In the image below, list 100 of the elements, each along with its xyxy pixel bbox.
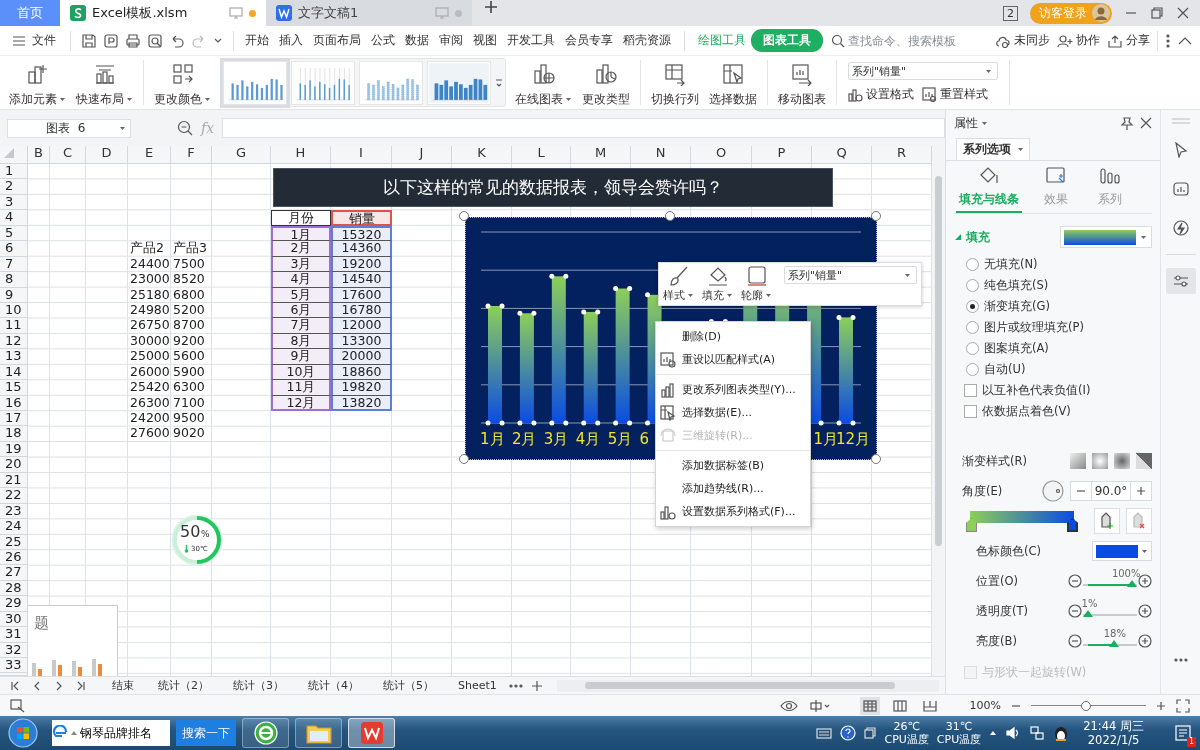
toolbar-button[interactable]: 填充 [702,265,733,303]
ribbon-button[interactable]: 在线图表 [510,58,577,107]
row-header[interactable]: 8 [0,272,28,288]
panel-tab[interactable]: 系列选项 [956,138,1030,160]
ribbon-button[interactable]: 快速布局 [71,58,138,107]
document-tab[interactable]: 文字文稿1 [266,0,472,26]
toolbar-action[interactable]: 未同步 [995,32,1050,49]
window-count-badge[interactable]: 2 [1003,5,1018,21]
column-header[interactable]: K [452,146,512,164]
menu-tab[interactable]: 开发工具 [502,29,560,52]
slider[interactable]: 18% [1083,630,1137,652]
ribbon-button[interactable]: 添加元素 [4,58,71,107]
menu-item[interactable]: 删除(D) [656,325,810,348]
row-header[interactable]: 22 [0,488,28,504]
sheet-tab[interactable]: 统计（3） [221,676,296,695]
row-header[interactable]: 1 [0,164,28,180]
menu-tab[interactable]: 插入 [274,29,308,52]
zoom-level[interactable]: 100% [969,699,1001,712]
sheet-tab[interactable]: 统计（5） [371,676,446,695]
toolbar-button[interactable]: 样式 [663,265,694,303]
menu-item[interactable]: 设置数据系列格式(F)... [656,500,810,523]
column-header[interactable]: C [50,146,86,164]
checkbox-option[interactable]: 以互补色代表负值(I) [954,380,1152,401]
search-field[interactable]: 钢琴品牌排名 [52,720,170,746]
column-header[interactable]: E [128,146,171,164]
column-header[interactable]: F [171,146,212,164]
menu-tab[interactable]: 会员专享 [560,29,618,52]
column-header[interactable]: M [571,146,631,164]
row-header[interactable]: 17 [0,411,28,427]
menu-item[interactable]: 添加趋势线(R)... [656,477,810,500]
menu-tab[interactable]: 开始 [240,29,274,52]
radio-option[interactable]: 自动(U) [954,359,1152,380]
row-header[interactable]: 33 [0,658,28,674]
row-header[interactable]: 18 [0,426,28,442]
toolbar-action[interactable]: 协作 [1057,32,1100,49]
search-field[interactable]: 查找命令、搜索模板 [831,33,970,48]
radio-option[interactable]: 无填充(N) [954,254,1152,275]
column-header[interactable]: N [631,146,691,164]
menu-item[interactable]: 选择数据(E)... [656,401,810,424]
checkbox-option[interactable]: 依数据点着色(V) [954,401,1152,422]
column-header[interactable]: H [271,146,331,164]
ribbon-button[interactable]: 选择数据 [704,58,762,107]
toolbar-action[interactable]: 分享 [1107,32,1150,49]
radio-option[interactable]: 纯色填充(S) [954,275,1152,296]
row-header[interactable]: 24 [0,519,28,535]
name-box[interactable]: 图表 6 [7,118,131,138]
search-input[interactable]: 钢琴品牌排名 [78,726,170,740]
row-header[interactable]: 15 [0,380,28,396]
column-header[interactable]: D [86,146,128,164]
slider[interactable]: 1% [1083,600,1137,622]
menu-tab[interactable]: 公式 [366,29,400,52]
row-header[interactable]: 13 [0,349,28,365]
ribbon-button[interactable]: 更改颜色 [149,58,216,107]
column-header[interactable]: B [28,146,50,164]
row-header[interactable]: 4 [0,210,28,226]
format-button[interactable]: 设置格式 [848,86,914,103]
file-menu-button[interactable]: 文件 [8,32,64,49]
column-header[interactable]: I [331,146,392,164]
column-header[interactable]: G [212,146,271,164]
reset-style-button[interactable]: 重置样式 [922,86,988,103]
radio-option[interactable]: 渐变填充(G) [954,296,1152,317]
sheet-tab[interactable]: 统计（4） [296,676,371,695]
panel-title[interactable]: 属性 [954,114,988,132]
column-header[interactable]: P [752,146,812,164]
series-dropdown[interactable]: 系列"销量" [784,266,917,284]
menu-item[interactable]: 重设以匹配样式(A) [656,348,810,371]
sheet-tab[interactable]: Sheet1 [446,676,509,695]
menu-tab[interactable]: 页面布局 [308,29,366,52]
sheet-tab[interactable]: 统计（2） [146,676,221,695]
column-header-cell: 销量 [331,210,392,226]
row-header[interactable]: 11 [0,318,28,334]
chart-thumbnail[interactable]: 题 [28,605,118,676]
toolbar-button[interactable]: 轮廓 [741,265,772,303]
ribbon-button[interactable]: 切换行列 [646,58,704,107]
sheet-tab[interactable]: 结束 [100,676,146,695]
row-header[interactable]: 29 [0,596,28,612]
column-header[interactable]: O [691,146,752,164]
search-button[interactable]: 搜索一下 [176,720,236,746]
column-header[interactable]: L [512,146,571,164]
radio-option[interactable]: 图案填充(A) [954,338,1152,359]
menu-tab[interactable]: 稻壳资源 [618,29,676,52]
radio-option[interactable]: 图片或纹理填充(P) [954,317,1152,338]
document-tab[interactable]: Excel模板.xlsm [60,0,266,26]
angle-stepper[interactable]: 90.0° [1070,481,1152,501]
row-header[interactable]: 20 [0,457,28,473]
column-header[interactable]: Q [812,146,872,164]
row-header[interactable]: 2 [0,179,28,195]
menu-tab[interactable]: 审阅 [434,29,468,52]
column-header[interactable]: J [392,146,452,164]
menu-item[interactable]: 添加数据标签(B) [656,454,810,477]
ribbon-button[interactable]: 更改类型 [577,58,635,107]
series-dropdown[interactable]: 系列"销量" [848,62,998,80]
row-header[interactable]: 27 [0,565,28,581]
ribbon-button[interactable]: 移动图表 [773,58,831,107]
column-header[interactable]: R [872,146,932,164]
menu-tab[interactable]: 视图 [468,29,502,52]
menu-item[interactable]: 更改系列图表类型(Y)... [656,378,810,401]
row-header[interactable]: 31 [0,627,28,643]
row-header[interactable]: 6 [0,241,28,257]
menu-tab[interactable]: 数据 [400,29,434,52]
